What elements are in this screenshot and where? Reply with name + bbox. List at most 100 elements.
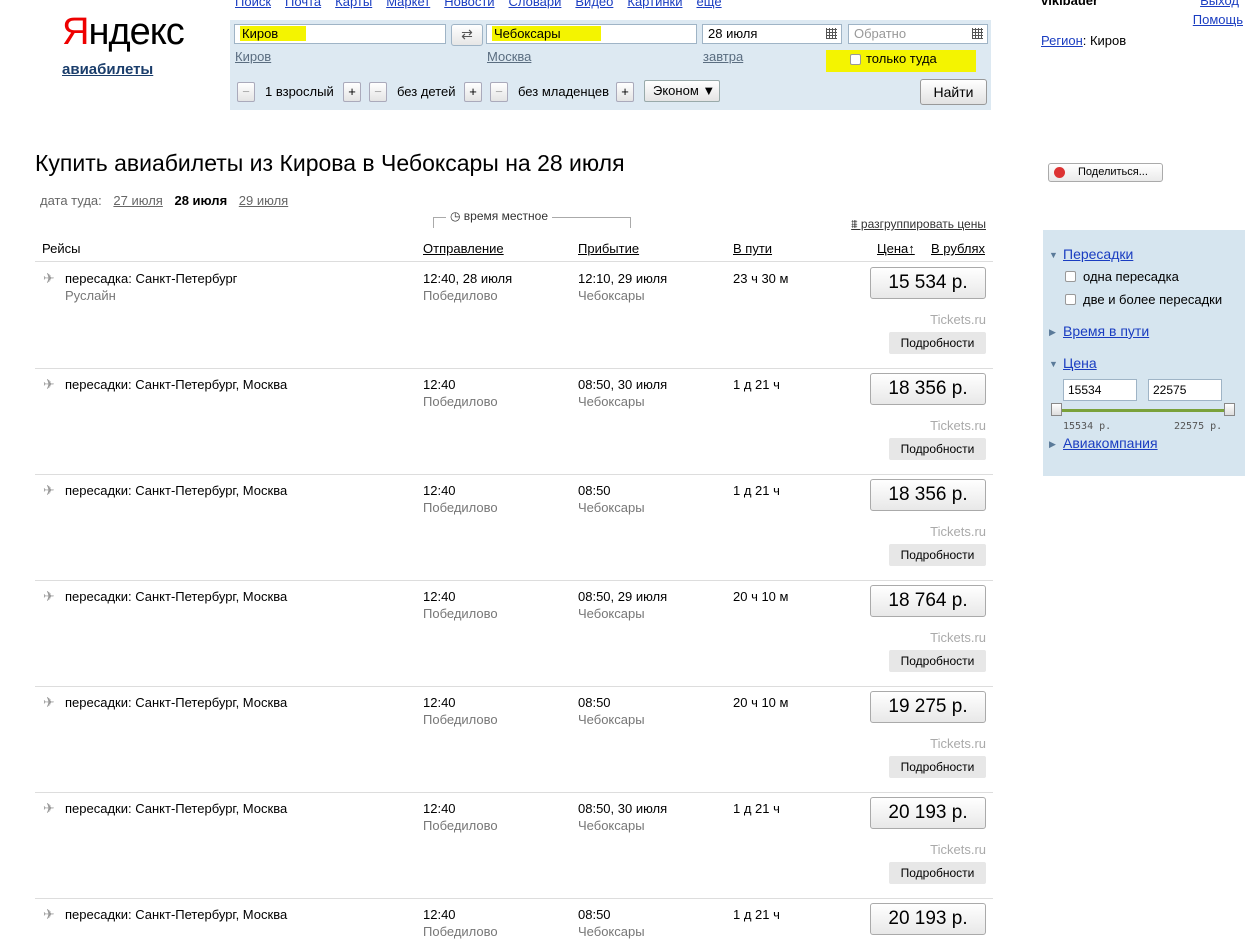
price-button[interactable]: 20 193 р. [870, 903, 986, 935]
flight-arrival: 08:50 [578, 907, 611, 922]
two-transfers-checkbox[interactable] [1065, 294, 1076, 305]
plane-icon: ✈ [43, 270, 55, 286]
date-switcher: дата туда: 27 июля 28 июля 29 июля [40, 193, 296, 208]
nav-link-maps[interactable]: Карты [335, 0, 372, 9]
flight-arrival-airport: Чебоксары [578, 818, 645, 833]
children-plus-button[interactable]: + [464, 82, 482, 102]
oneway-checkbox[interactable] [850, 54, 861, 65]
adults-minus-button[interactable]: − [237, 82, 255, 102]
region-value: : Киров [1082, 33, 1127, 48]
filter-transfers-title[interactable]: Пересадки [1063, 246, 1133, 262]
date-field[interactable]: 28 июля [702, 24, 842, 44]
filter-duration-title[interactable]: Время в пути [1063, 323, 1149, 339]
plane-icon: ✈ [43, 694, 55, 710]
flight-duration: 1 д 21 ч [733, 801, 780, 816]
date-prev-link[interactable]: 27 июля [113, 193, 162, 208]
nav-link-search[interactable]: Поиск [235, 0, 271, 9]
details-button[interactable]: Подробности [889, 650, 986, 672]
nav-link-market[interactable]: Маркет [386, 0, 430, 9]
region-link[interactable]: Регион [1041, 33, 1083, 48]
details-button[interactable]: Подробности [889, 438, 986, 460]
infants-plus-button[interactable]: + [616, 82, 634, 102]
calendar-icon[interactable] [826, 28, 837, 39]
adults-plus-button[interactable]: + [343, 82, 361, 102]
user-name[interactable]: vikibauer [1041, 0, 1098, 8]
help-link[interactable]: Помощь [1193, 12, 1243, 27]
service-link[interactable]: авиабилеты [62, 61, 153, 78]
col-duration[interactable]: В пути [733, 241, 772, 256]
children-minus-button[interactable]: − [369, 82, 387, 102]
details-button[interactable]: Подробности [889, 332, 986, 354]
find-button[interactable]: Найти [920, 79, 987, 105]
to-field[interactable]: Чебоксары [486, 24, 697, 44]
infants-minus-button[interactable]: − [490, 82, 508, 102]
price-slider-min-handle[interactable] [1051, 403, 1062, 416]
price-min-input[interactable]: 15534 [1063, 379, 1137, 401]
one-transfer-checkbox[interactable] [1065, 271, 1076, 282]
nav-link-news[interactable]: Новости [444, 0, 494, 9]
share-button[interactable]: Поделиться... [1048, 163, 1163, 182]
nav-link-more[interactable]: ещё [696, 0, 721, 9]
ungroup-prices-link[interactable]: ⩩ разгруппировать цены [851, 217, 986, 232]
nav-link-mail[interactable]: Почта [285, 0, 321, 9]
filter-airline-title[interactable]: Авиакомпания [1063, 435, 1158, 451]
expanded-arrow-icon: ▼ [1049, 359, 1058, 369]
filter-price-title[interactable]: Цена [1063, 355, 1097, 371]
price-button[interactable]: 19 275 р. [870, 691, 986, 723]
oneway-label: только туда [866, 51, 937, 66]
flight-duration: 23 ч 30 м [733, 271, 789, 286]
price-button[interactable]: 20 193 р. [870, 797, 986, 829]
return-field[interactable]: Обратно [848, 24, 988, 44]
flight-arrival: 12:10, 29 июля [578, 271, 668, 286]
plane-icon: ✈ [43, 906, 55, 922]
dates-label: дата туда: [40, 193, 102, 208]
share-label: Поделиться... [1078, 166, 1148, 178]
flight-duration: 20 ч 10 м [733, 695, 789, 710]
flight-duration: 1 д 21 ч [733, 483, 780, 498]
from-field[interactable]: Киров [234, 24, 446, 44]
col-flights: Рейсы [42, 241, 81, 256]
calendar-icon[interactable] [972, 28, 983, 39]
col-currency[interactable]: В рублях [931, 241, 985, 256]
price-max-input[interactable]: 22575 [1148, 379, 1222, 401]
price-button[interactable]: 18 356 р. [870, 479, 986, 511]
details-button[interactable]: Подробности [889, 544, 986, 566]
flight-arrival: 08:50, 29 июля [578, 589, 668, 604]
price-slider-max-handle[interactable] [1224, 403, 1235, 416]
details-button[interactable]: Подробности [889, 756, 986, 778]
col-price[interactable]: Цена↑ [877, 241, 915, 256]
details-button[interactable]: Подробности [889, 862, 986, 884]
class-select[interactable]: Эконом ▼ [644, 80, 720, 102]
col-departure[interactable]: Отправление [423, 241, 504, 256]
flight-departure-airport: Победилово [423, 606, 498, 621]
nav-link-images[interactable]: Картинки [627, 0, 682, 9]
price-min-label: 15534 р. [1063, 421, 1112, 432]
plane-icon: ✈ [43, 376, 55, 392]
nav-link-dictionaries[interactable]: Словари [509, 0, 562, 9]
flight-departure: 12:40 [423, 801, 456, 816]
search-form: Киров Киров ⇄ Чебоксары Москва 28 июля з… [230, 20, 991, 110]
yandex-logo[interactable]: Яндекс [62, 10, 185, 54]
price-button[interactable]: 15 534 р. [870, 267, 986, 299]
date-hint[interactable]: завтра [703, 49, 743, 64]
flight-row: ✈ пересадки: Санкт-Петербург, Москва 12:… [35, 686, 993, 793]
swap-button[interactable]: ⇄ [451, 24, 483, 46]
nav-link-video[interactable]: Видео [575, 0, 613, 9]
from-hint[interactable]: Киров [235, 49, 271, 64]
expanded-arrow-icon: ▼ [1049, 250, 1058, 260]
flight-departure: 12:40 [423, 907, 456, 922]
flight-route: пересадки: Санкт-Петербург, Москва [65, 483, 288, 498]
to-value: Чебоксары [492, 26, 601, 41]
price-slider-track[interactable] [1056, 409, 1230, 412]
price-button[interactable]: 18 764 р. [870, 585, 986, 617]
date-value: 28 июля [708, 26, 758, 41]
to-hint[interactable]: Москва [487, 49, 531, 64]
flight-route: пересадки: Санкт-Петербург, Москва [65, 695, 288, 710]
col-arrival[interactable]: Прибытие [578, 241, 639, 256]
flight-carrier: Руслайн [65, 288, 116, 303]
price-button[interactable]: 18 356 р. [870, 373, 986, 405]
date-next-link[interactable]: 29 июля [239, 193, 288, 208]
logout-link[interactable]: Выход [1200, 0, 1239, 8]
flight-departure: 12:40 [423, 589, 456, 604]
local-time-label: ◷ время местное [446, 209, 553, 223]
